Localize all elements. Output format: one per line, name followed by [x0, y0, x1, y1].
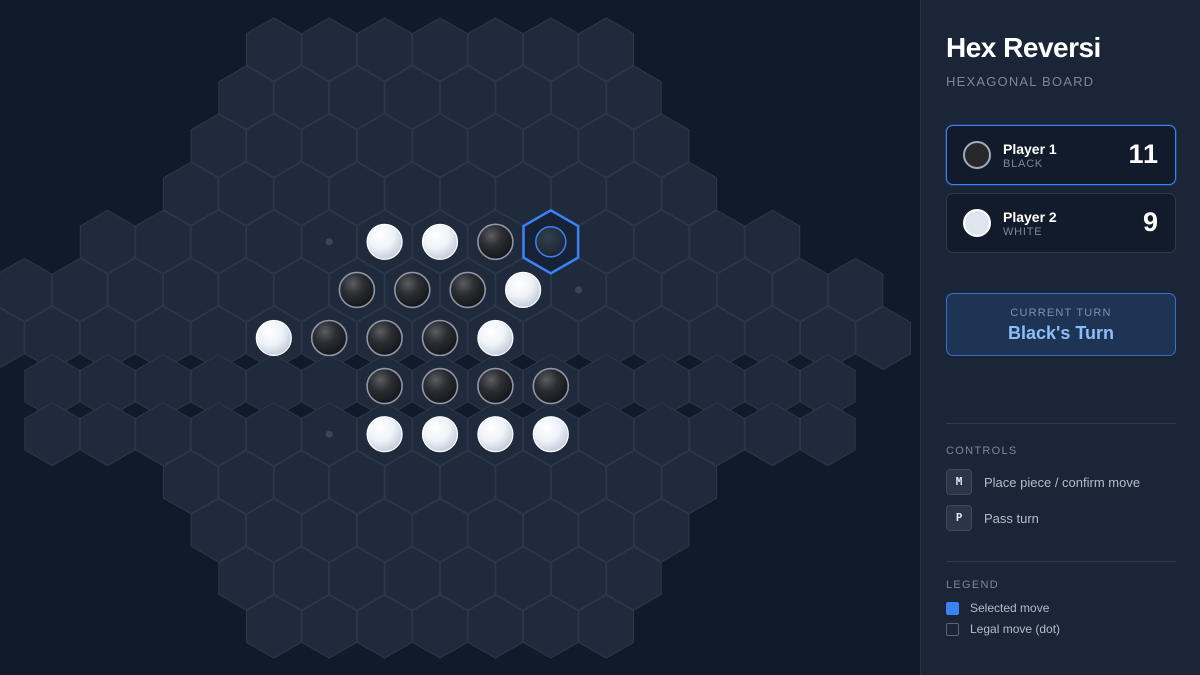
- white-piece: [255, 319, 292, 357]
- black-piece: [338, 271, 376, 309]
- black-piece: [310, 319, 348, 357]
- black-piece: [421, 367, 459, 405]
- board-cell[interactable]: [24, 402, 80, 467]
- game-subtitle: HEXAGONAL BOARD: [946, 74, 1095, 89]
- legend-label: Selected move: [970, 601, 1050, 615]
- player-score: 9: [1142, 207, 1159, 237]
- key-p-badge: P: [946, 505, 972, 531]
- control-description: Place piece / confirm move: [984, 475, 1141, 490]
- legal-move-dot[interactable]: [325, 430, 333, 438]
- white-piece: [477, 416, 514, 453]
- game-title: Hex Reversi: [946, 32, 1101, 63]
- side-panel: Hex Reversi HEXAGONAL BOARD Player 1 BLA…: [920, 0, 1200, 675]
- key-m-badge: M: [946, 469, 972, 495]
- current-turn-value: Black's Turn: [1008, 323, 1114, 343]
- player-color: WHITE: [1003, 226, 1043, 238]
- player-name: Player 2: [1003, 209, 1057, 225]
- selected-move-marker[interactable]: [535, 226, 567, 258]
- white-piece: [366, 223, 403, 260]
- player-score: 11: [1128, 139, 1159, 169]
- black-disc-icon: [963, 141, 991, 169]
- legend-label: Legal move (dot): [970, 622, 1061, 636]
- black-piece: [393, 271, 431, 309]
- board-cell[interactable]: [800, 402, 856, 467]
- control-description: Pass turn: [984, 511, 1039, 526]
- game-board-area: [0, 0, 920, 675]
- white-piece: [504, 271, 542, 308]
- controls-heading: CONTROLS: [946, 445, 1018, 457]
- black-piece: [366, 319, 403, 357]
- black-piece: [449, 271, 487, 309]
- black-piece: [532, 367, 570, 405]
- white-piece: [532, 416, 569, 453]
- black-piece: [421, 319, 459, 357]
- divider: [946, 423, 1176, 424]
- legal-move-dot[interactable]: [325, 238, 333, 246]
- black-piece: [477, 223, 514, 261]
- white-piece: [477, 319, 514, 357]
- current-turn-label: CURRENT TURN: [1010, 307, 1112, 319]
- current-turn-box: CURRENT TURN Black's Turn: [946, 293, 1176, 356]
- board-cell[interactable]: [744, 402, 801, 467]
- white-disc-icon: [963, 209, 991, 237]
- legal-move-dot[interactable]: [574, 286, 583, 294]
- player-1-card: Player 1 BLACK 11: [946, 125, 1176, 185]
- white-piece: [421, 223, 459, 260]
- player-name: Player 1: [1003, 141, 1057, 157]
- board-cell[interactable]: [79, 402, 136, 467]
- white-piece: [421, 416, 459, 453]
- black-piece: [366, 367, 403, 405]
- legend-heading: LEGEND: [946, 579, 1000, 591]
- divider: [946, 561, 1176, 562]
- player-2-card: Player 2 WHITE 9: [946, 193, 1176, 253]
- player-color: BLACK: [1003, 158, 1044, 170]
- hex-board[interactable]: [0, 0, 920, 675]
- white-piece: [366, 416, 403, 453]
- selected-move-swatch: [946, 602, 959, 615]
- legal-move-swatch: [946, 623, 959, 636]
- black-piece: [477, 367, 514, 405]
